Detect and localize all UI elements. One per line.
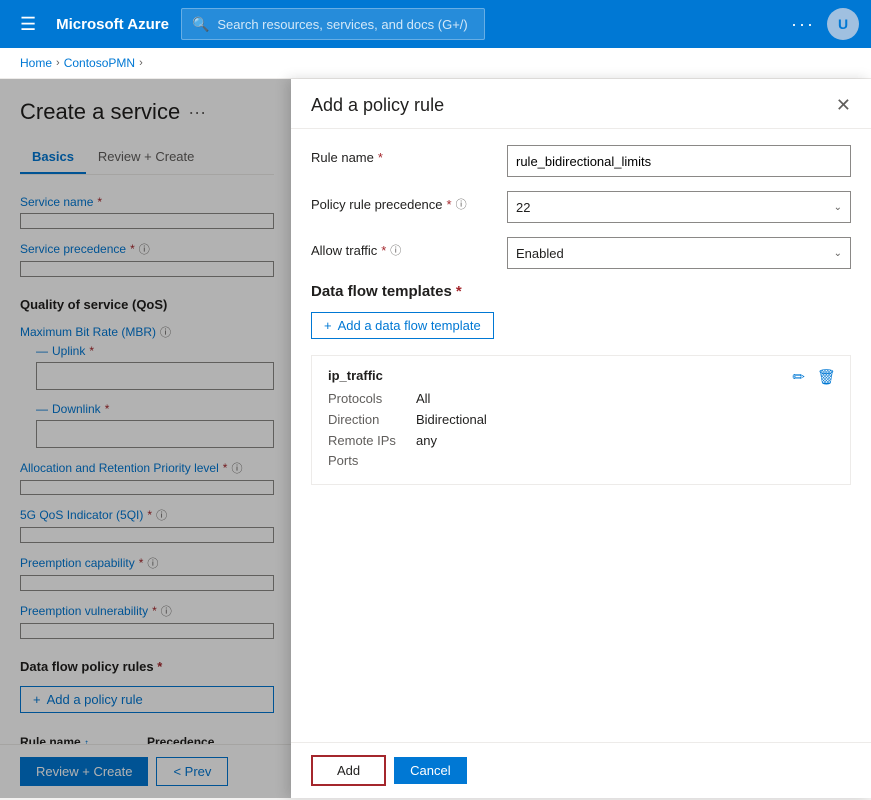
add-button[interactable]: Add	[311, 755, 386, 786]
top-navigation: ☰ Microsoft Azure 🔍 ··· U	[0, 0, 871, 48]
hamburger-icon[interactable]: ☰	[12, 10, 44, 39]
remote-ips-label: Remote IPs	[328, 431, 408, 452]
breadcrumb-contoso[interactable]: ContosoPMN	[64, 56, 135, 70]
delete-template-button[interactable]: 🗑	[815, 366, 838, 388]
app-title: Microsoft Azure	[56, 16, 169, 33]
data-flow-required: *	[456, 283, 462, 300]
add-data-flow-button[interactable]: + Add a data flow template	[311, 312, 494, 339]
data-flow-title: Data flow templates *	[311, 283, 851, 300]
nav-more-options[interactable]: ···	[791, 14, 815, 35]
rule-name-input[interactable]	[507, 145, 851, 177]
direction-value: Bidirectional	[416, 410, 487, 431]
direction-row: Direction Bidirectional	[328, 410, 834, 431]
avatar[interactable]: U	[827, 8, 859, 40]
chevron-down-icon: ⌄	[834, 202, 842, 213]
allow-traffic-required: *	[381, 243, 386, 258]
protocols-row: Protocols All	[328, 389, 834, 410]
modal-title: Add a policy rule	[311, 95, 444, 116]
rule-name-row: Rule name *	[311, 145, 851, 177]
template-details: Protocols All Direction Bidirectional Re…	[328, 389, 834, 472]
cancel-button[interactable]: Cancel	[394, 757, 466, 784]
rule-name-label: Rule name *	[311, 145, 491, 165]
precedence-label: Policy rule precedence * ⓘ	[311, 191, 491, 212]
ports-label: Ports	[328, 451, 408, 472]
protocols-label: Protocols	[328, 389, 408, 410]
allow-traffic-info-icon[interactable]: ⓘ	[390, 242, 401, 258]
search-bar[interactable]: 🔍	[181, 8, 485, 40]
plus-icon-2: +	[324, 318, 332, 333]
modal-body: Rule name * Policy rule precedence * ⓘ 2…	[291, 129, 871, 742]
data-flow-section: Data flow templates * + Add a data flow …	[311, 283, 851, 485]
breadcrumb: Home › ContosoPMN ›	[0, 48, 871, 79]
ports-row: Ports	[328, 451, 834, 472]
remote-ips-value: any	[416, 431, 437, 452]
rule-name-required: *	[378, 150, 383, 165]
precedence-row: Policy rule precedence * ⓘ 22 ⌄	[311, 191, 851, 223]
chevron-down-icon-2: ⌄	[834, 248, 842, 259]
protocols-value: All	[416, 389, 430, 410]
remote-ips-row: Remote IPs any	[328, 431, 834, 452]
direction-label: Direction	[328, 410, 408, 431]
allow-traffic-select[interactable]: Enabled ⌄	[507, 237, 851, 269]
template-name: ip_traffic	[328, 368, 834, 383]
precedence-info-icon[interactable]: ⓘ	[456, 196, 467, 212]
search-input[interactable]	[217, 17, 474, 32]
modal-footer: Add Cancel	[291, 742, 871, 798]
template-item-actions: ✏ 🗑	[790, 366, 838, 388]
modal-close-button[interactable]: ✕	[836, 95, 851, 116]
main-content: Create a service ··· Basics Review + Cre…	[0, 79, 871, 798]
precedence-select[interactable]: 22 ⌄	[507, 191, 851, 223]
add-policy-rule-modal: Add a policy rule ✕ Rule name * Policy r…	[291, 79, 871, 798]
precedence-required: *	[447, 197, 452, 212]
edit-template-button[interactable]: ✏	[790, 366, 807, 388]
breadcrumb-home[interactable]: Home	[20, 56, 52, 70]
breadcrumb-separator-2: ›	[139, 57, 143, 69]
modal-header: Add a policy rule ✕	[291, 79, 871, 129]
allow-traffic-label: Allow traffic * ⓘ	[311, 237, 491, 258]
allow-traffic-row: Allow traffic * ⓘ Enabled ⌄	[311, 237, 851, 269]
search-icon: 🔍	[192, 16, 209, 33]
data-flow-template-item: ip_traffic Protocols All Direction Bidir…	[311, 355, 851, 485]
breadcrumb-separator: ›	[56, 57, 60, 69]
